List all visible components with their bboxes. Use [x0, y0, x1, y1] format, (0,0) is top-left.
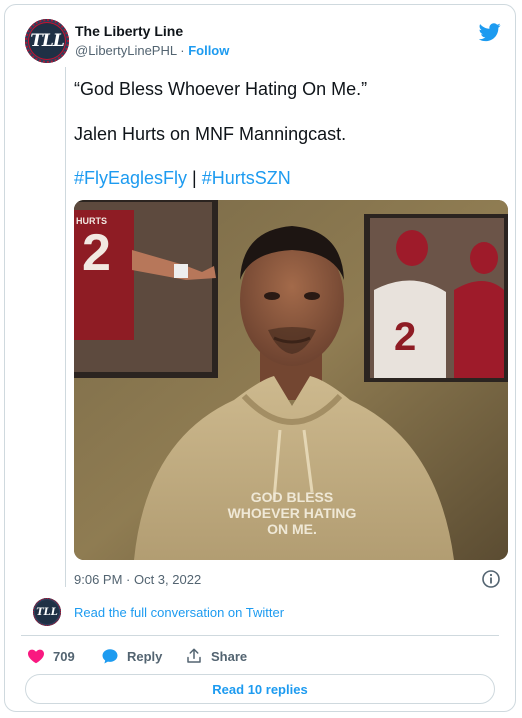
tweet-card: TLL The Liberty Line @LibertyLinePHL · F…: [4, 4, 516, 712]
twitter-bird-icon[interactable]: [479, 21, 501, 43]
left-poster-number: 2: [82, 224, 111, 282]
hoodie-text-line2: WHOEVER HATING: [228, 505, 357, 521]
hashtag-separator: |: [187, 168, 202, 188]
reply-label: Reply: [127, 648, 163, 664]
tweet-hashtags: #FlyEaglesFly | #HurtsSZN: [74, 168, 291, 189]
right-poster-number: 2: [394, 315, 416, 359]
follow-button[interactable]: Follow: [188, 43, 229, 58]
author-avatar[interactable]: TLL: [25, 19, 69, 63]
tweet-body-text: Jalen Hurts on MNF Manningcast.: [74, 124, 347, 144]
reply-button[interactable]: Reply: [101, 647, 162, 665]
info-icon[interactable]: [481, 569, 501, 589]
left-poster-label: HURTS: [76, 216, 107, 226]
like-count: 709: [53, 648, 75, 664]
small-avatar-ring: [33, 598, 61, 626]
tweet-quote-text: “God Bless Whoever Hating On Me.”: [74, 79, 368, 99]
like-button[interactable]: 709: [27, 647, 75, 665]
tweet-photo[interactable]: 2 HURTS 2 GOD BLESS WHOEVER HATING ON ME…: [74, 200, 508, 560]
conversation-avatar[interactable]: TLL: [33, 598, 61, 626]
heart-icon: [28, 649, 44, 664]
author-handle-line: @LibertyLinePHL · Follow: [75, 43, 229, 58]
hoodie-text-line1: GOD BLESS: [251, 489, 333, 505]
share-upload-icon: [187, 648, 201, 663]
read-full-conversation-link[interactable]: Read the full conversation on Twitter: [74, 605, 284, 620]
actions-divider: [21, 635, 499, 636]
photo-illustration: 2 HURTS 2 GOD BLESS WHOEVER HATING ON ME…: [74, 200, 508, 560]
avatar-ring: [25, 19, 69, 63]
read-replies-button[interactable]: Read 10 replies: [25, 674, 495, 704]
author-handle[interactable]: @LibertyLinePHL: [75, 43, 177, 58]
thread-line: [65, 67, 66, 587]
share-button[interactable]: Share: [185, 647, 247, 665]
hoodie-text-line3: ON ME.: [267, 521, 317, 537]
handle-separator: ·: [180, 43, 185, 58]
share-label: Share: [211, 648, 248, 664]
hashtag-flyeaglesfly[interactable]: #FlyEaglesFly: [74, 168, 187, 188]
hashtag-hurtsszn[interactable]: #HurtsSZN: [202, 168, 291, 188]
author-name[interactable]: The Liberty Line: [75, 23, 183, 39]
tweet-timestamp[interactable]: 9:06 PM · Oct 3, 2022: [74, 572, 201, 587]
reply-bubble-icon: [102, 649, 118, 664]
